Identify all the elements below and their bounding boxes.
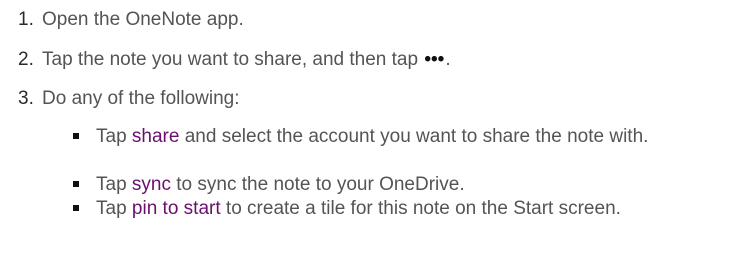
step-text: Do any of the following: <box>42 88 240 109</box>
more-options-icon: ••• <box>424 49 445 70</box>
keyword: share <box>131 126 180 147</box>
keyword: pin to start <box>131 198 221 219</box>
list-item-text: Tap sync to sync the note to your OneDri… <box>96 174 465 195</box>
step-text-after: . <box>445 49 451 70</box>
step-text-before: Tap the note you want to share, and then… <box>42 49 419 70</box>
step-text: Tap the note you want to share, and then… <box>42 48 451 72</box>
bullet-icon <box>73 181 79 187</box>
step-number: 3. <box>18 88 34 109</box>
list-item-text: Tap pin to start to create a tile for th… <box>96 198 621 219</box>
list-item-text: Tap share and select the account you wan… <box>96 126 649 147</box>
bullet-icon <box>73 133 79 139</box>
step-number: 2. <box>18 49 34 70</box>
bullet-icon <box>73 205 79 211</box>
step-number: 1. <box>18 9 34 30</box>
keyword: sync <box>131 174 171 195</box>
step-text: Open the OneNote app. <box>42 9 244 30</box>
